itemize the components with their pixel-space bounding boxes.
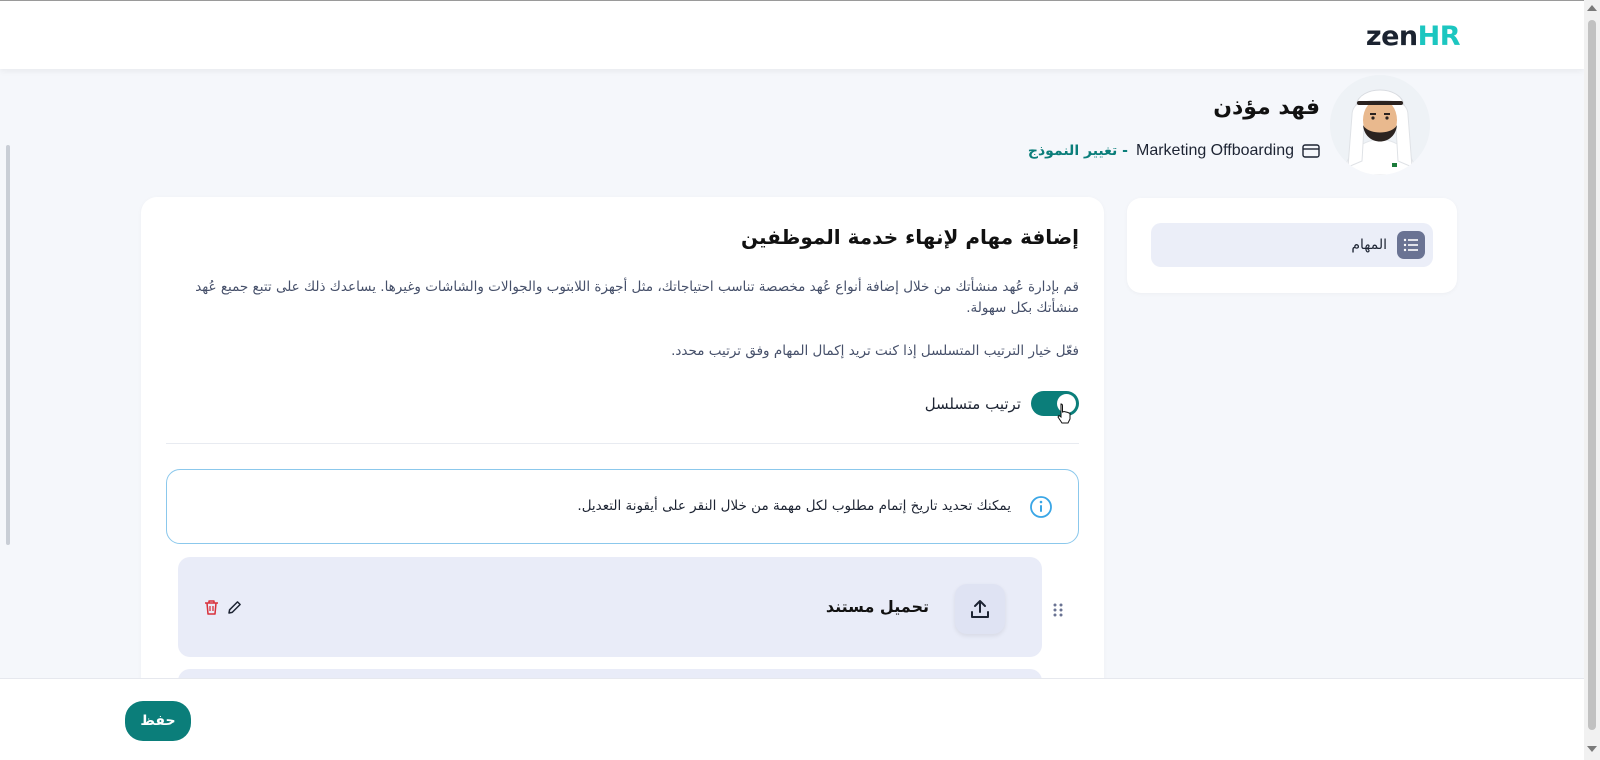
info-text: يمكنك تحديد تاريخ إتمام مطلوب لكل مهمة م… [577, 498, 1011, 514]
vertical-scrollbar[interactable] [1584, 0, 1600, 760]
sidebar-item-label: المهام [1351, 237, 1387, 253]
page-title: إضافة مهام لإنهاء خدمة الموظفين [740, 225, 1079, 249]
task-title: تحميل مستند [825, 597, 929, 616]
scroll-down-arrow-icon[interactable] [1587, 746, 1597, 752]
change-template-link[interactable]: - تغيير النموذج [1028, 143, 1128, 159]
template-name: Marketing Offboarding [1135, 142, 1294, 159]
pencil-icon[interactable] [226, 599, 243, 616]
mouse-pointer-icon [1057, 403, 1071, 424]
scrollbar-thumb[interactable] [1588, 20, 1596, 730]
top-bar: zen HR [0, 0, 1584, 69]
offboarding-tasks-card: إضافة مهام لإنهاء خدمة الموظفين قم بإدار… [141, 197, 1104, 737]
sequential-order-label: ترتيب متسلسل [924, 394, 1021, 413]
logo-hr-text: HR [1417, 21, 1461, 52]
scroll-up-arrow-icon[interactable] [1587, 5, 1597, 11]
template-card-icon [1302, 144, 1320, 158]
list-icon [1397, 231, 1425, 259]
info-alert: يمكنك تحديد تاريخ إتمام مطلوب لكل مهمة م… [166, 469, 1079, 544]
employee-name: فهد مؤذن [1213, 95, 1320, 120]
zenhr-logo[interactable]: zen HR [1365, 21, 1461, 52]
side-navigation: المهام [1127, 198, 1457, 293]
avatar [1330, 75, 1430, 175]
footer-bar: حفظ [0, 678, 1584, 760]
sequential-hint: فعّل خيار الترتيب المتسلسل إذا كنت تريد … [671, 343, 1079, 359]
left-edge-scroll-indicator [6, 145, 10, 545]
save-button[interactable]: حفظ [125, 701, 191, 741]
employee-header: فهد مؤذن Marketing Offboarding - تغيير ا… [830, 75, 1430, 175]
task-item[interactable]: تحميل مستند [178, 557, 1042, 657]
card-description: قم بإدارة عُهد منشأتك من خلال إضافة أنوا… [195, 279, 1079, 316]
employee-template-row: Marketing Offboarding - تغيير النموذج [1028, 142, 1320, 160]
logo-zen-text: zen [1365, 21, 1418, 52]
drag-handle-icon[interactable] [1052, 602, 1064, 618]
upload-icon [955, 584, 1005, 634]
sidebar-item-tasks[interactable]: المهام [1151, 223, 1433, 267]
divider [166, 443, 1079, 444]
info-icon [1030, 496, 1052, 518]
trash-icon[interactable] [204, 599, 219, 616]
